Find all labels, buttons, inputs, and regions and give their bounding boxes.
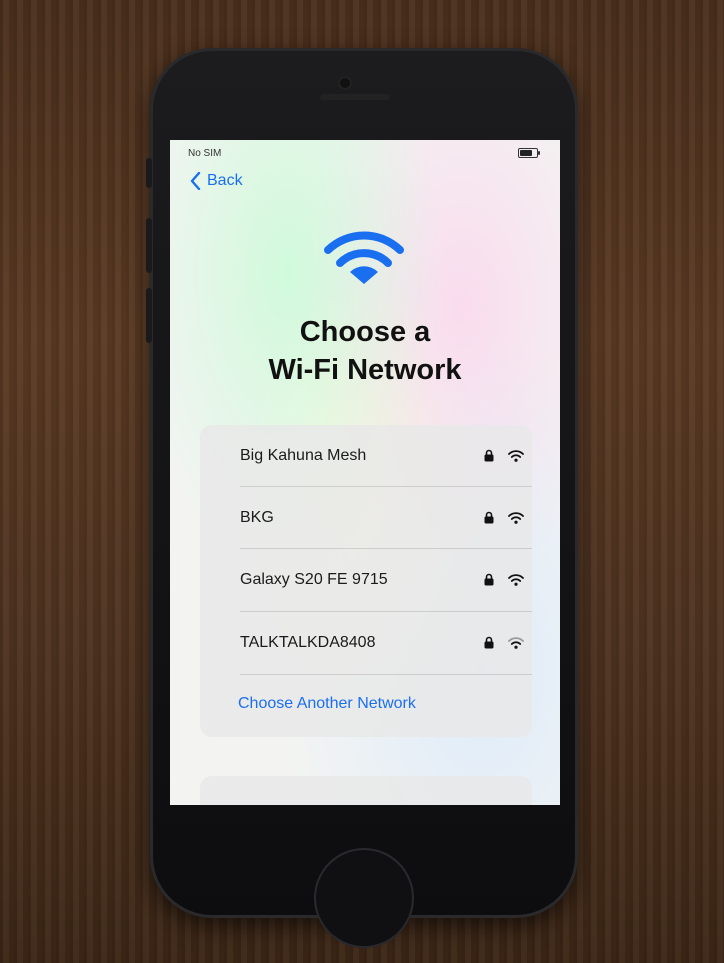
front-camera — [340, 78, 350, 88]
carrier-status: No SIM — [188, 148, 222, 159]
back-label: Back — [207, 172, 243, 189]
wifi-signal-icon — [508, 636, 524, 649]
lock-icon — [484, 636, 494, 649]
setup-screen: No SIM Back Choose a Wi-Fi Network Big K… — [170, 140, 560, 805]
network-row[interactable]: BKG — [240, 487, 528, 548]
network-list: Big Kahuna Mesh BKG Galaxy S20 FE 9715 T… — [200, 425, 532, 737]
earpiece-speaker — [320, 94, 390, 100]
page-title-line1: Choose a — [299, 316, 431, 348]
lock-icon — [484, 449, 494, 462]
battery-icon — [518, 148, 540, 158]
chevron-left-icon — [190, 172, 201, 190]
wifi-signal-icon — [508, 573, 524, 586]
network-row[interactable]: TALKTALKDA8408 — [240, 612, 528, 673]
volume-down-button — [146, 288, 152, 343]
network-name: Big Kahuna Mesh — [240, 446, 367, 464]
lock-icon — [484, 511, 494, 524]
network-row[interactable]: Galaxy S20 FE 9715 — [240, 549, 528, 610]
wifi-signal-icon — [508, 449, 524, 462]
lock-icon — [484, 573, 494, 586]
network-name: Galaxy S20 FE 9715 — [240, 570, 388, 588]
row-divider — [240, 674, 532, 675]
network-row[interactable]: Big Kahuna Mesh — [240, 425, 528, 486]
back-button[interactable]: Back — [190, 172, 243, 190]
page-title-line2: Wi-Fi Network — [268, 354, 462, 386]
network-name: BKG — [240, 508, 274, 526]
wifi-signal-icon — [508, 511, 524, 524]
network-name: TALKTALKDA8408 — [240, 633, 376, 651]
next-section-card — [200, 776, 532, 805]
choose-another-network-link[interactable]: Choose Another Network — [238, 695, 416, 713]
volume-up-button — [146, 218, 152, 273]
wifi-icon — [324, 231, 404, 284]
silent-switch — [146, 158, 152, 188]
home-button[interactable] — [314, 848, 414, 948]
